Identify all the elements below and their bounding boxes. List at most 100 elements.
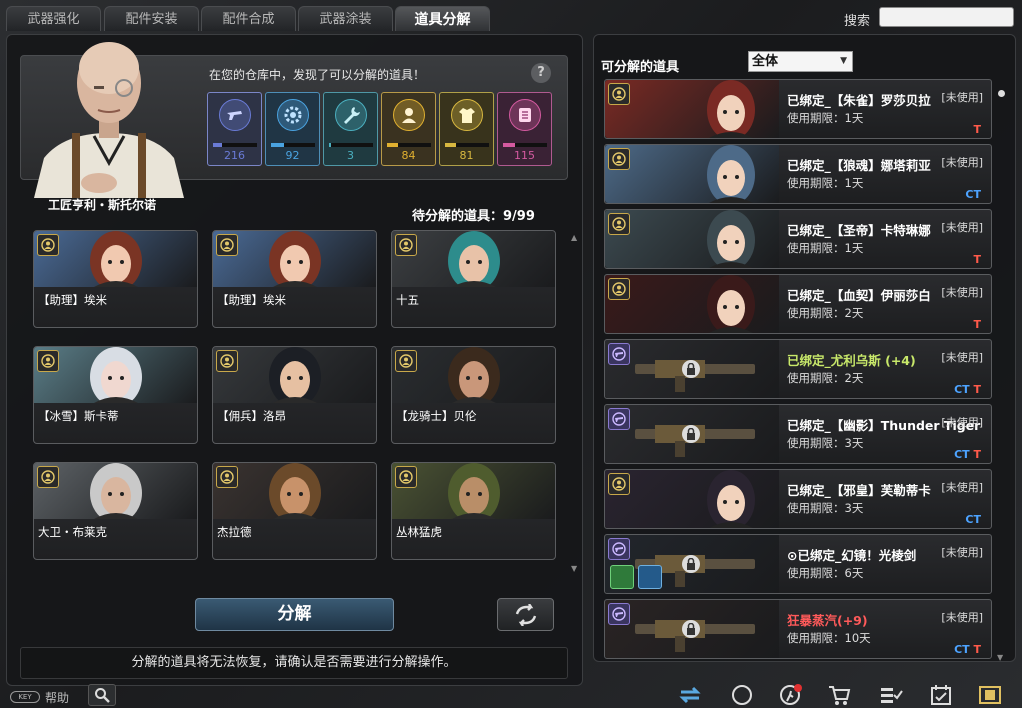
item-prefix: ⊙ — [787, 548, 798, 563]
character-icon — [395, 234, 417, 256]
t-tag: T — [973, 123, 981, 136]
stat-value: 115 — [514, 149, 535, 162]
stat-gun: 216 — [207, 92, 262, 166]
decomposable-item-row[interactable]: 狂暴蒸汽(+9) [未使用] 使用期限：10天 CT T — [604, 599, 992, 659]
card-label: 【助理】埃米 — [38, 293, 107, 307]
filter-dropdown[interactable]: 全体 ▼ — [748, 51, 853, 72]
team-tags: T — [973, 123, 981, 136]
stat-wrench: 3 — [323, 92, 378, 166]
stat-gear: 92 — [265, 92, 320, 166]
team-tags: CT — [965, 513, 981, 526]
warning-text: 分解的道具将无法恢复，请确认是否需要进行分解操作。 — [20, 647, 568, 679]
question-icon[interactable]: ? — [531, 63, 551, 83]
stat-character: 84 — [381, 92, 436, 166]
decompose-card[interactable]: 丛林猛虎 — [391, 462, 556, 560]
stat-value: 3 — [347, 149, 354, 162]
decomposable-item-row[interactable]: ⊙已绑定_幻镜！光棱剑 [未使用] 使用期限：6天 — [604, 534, 992, 594]
decomposable-item-row[interactable]: 已绑定_【圣帝】卡特琳娜 [未使用] 使用期限：1天 T — [604, 209, 992, 269]
help-label: 帮助 — [45, 690, 70, 705]
ct-tag: CT — [965, 188, 981, 201]
gun-icon — [219, 99, 251, 131]
decomposable-item-row[interactable]: 已绑定_【朱雀】罗莎贝拉 [未使用] 使用期限：1天 T — [604, 79, 992, 139]
scroll-thumb[interactable] — [998, 90, 1005, 97]
item-duration: 使用期限：1天 — [787, 241, 864, 255]
item-name-text: 已绑定_【圣帝】卡特琳娜 — [787, 223, 931, 238]
skill-icon-blue — [638, 565, 662, 589]
tab-parts-synth[interactable]: 配件合成 — [201, 6, 296, 31]
film-icon[interactable] — [978, 683, 1002, 707]
tab-weapon-paint[interactable]: 武器涂装 — [298, 6, 393, 31]
tab-item-decompose[interactable]: 道具分解 — [395, 6, 490, 31]
item-thumbnail — [605, 470, 779, 528]
right-panel-title: 可分解的道具 — [601, 60, 680, 75]
card-label: 杰拉德 — [217, 525, 252, 539]
item-status: [未使用] — [941, 481, 983, 494]
scroll-down-icon[interactable]: ▼ — [997, 653, 1003, 662]
gear-icon — [277, 99, 309, 131]
t-tag: T — [973, 318, 981, 331]
list-check-icon[interactable] — [879, 683, 903, 707]
right-scrollbar[interactable]: ▼ — [997, 80, 1007, 662]
help-button[interactable]: KEY 帮助 — [10, 688, 69, 706]
decompose-card[interactable]: 十五 — [391, 230, 556, 328]
t-tag: T — [973, 383, 981, 396]
wrench-icon — [335, 99, 367, 131]
split-button[interactable]: 分解 — [195, 598, 394, 631]
team-tags: T — [973, 318, 981, 331]
decompose-card[interactable]: 【助理】埃米 — [212, 230, 377, 328]
ct-tag: CT — [954, 448, 970, 461]
left-scrollbar[interactable]: ▲ ▼ — [571, 233, 579, 573]
chevron-down-icon: ▼ — [840, 56, 847, 66]
decompose-card[interactable]: 【佣兵】洛昂 — [212, 346, 377, 444]
decomposable-item-row[interactable]: 已绑定_【血契】伊丽莎白 [未使用] 使用期限：2天 T — [604, 274, 992, 334]
item-duration: 使用期限：2天 — [787, 371, 864, 385]
refresh-icon — [515, 603, 536, 626]
scroll-icon — [509, 99, 541, 131]
decomposable-item-row[interactable]: 已绑定_【幽影】Thunder Tiger [未使用] 使用期限：3天 CT T — [604, 404, 992, 464]
item-name: 狂暴蒸汽(+9) — [787, 610, 868, 629]
lock-icon — [682, 360, 700, 378]
stat-bar-fill — [387, 143, 398, 147]
stat-shirt: 81 — [439, 92, 494, 166]
calendar-check-icon[interactable] — [929, 683, 953, 707]
stat-bar — [329, 143, 373, 147]
search-input[interactable] — [879, 7, 1014, 27]
item-name: 已绑定_【圣帝】卡特琳娜 — [787, 220, 931, 239]
scroll-up-icon[interactable]: ▲ — [571, 233, 577, 242]
card-label: 【佣兵】洛昂 — [217, 409, 286, 423]
card-label: 【冰雪】斯卡蒂 — [38, 409, 119, 423]
team-tags: CT T — [954, 383, 981, 396]
decomposable-item-row[interactable]: 已绑定_【狼魂】娜塔莉亚 [未使用] 使用期限：1天 CT — [604, 144, 992, 204]
decomposable-item-row[interactable]: 已绑定_尤利乌斯 (+4) [未使用] 使用期限：2天 CT T — [604, 339, 992, 399]
npc-portrait — [24, 38, 194, 198]
team-tags: CT — [965, 188, 981, 201]
character-icon — [608, 213, 630, 235]
lock-icon — [682, 555, 700, 573]
runner-alert-icon[interactable] — [779, 683, 803, 707]
decompose-card[interactable]: 【助理】埃米 — [33, 230, 198, 328]
item-status: [未使用] — [941, 546, 983, 559]
item-status: [未使用] — [941, 351, 983, 364]
decompose-card[interactable]: 【龙骑士】贝伦 — [391, 346, 556, 444]
t-tag: T — [973, 448, 981, 461]
scroll-down-icon[interactable]: ▼ — [571, 564, 577, 573]
decomposable-item-row[interactable]: 已绑定_【邪皇】芙勒蒂卡 [未使用] 使用期限：3天 CT — [604, 469, 992, 529]
item-name-text: 已绑定_【血契】伊丽莎白 — [787, 288, 931, 303]
tab-parts-install[interactable]: 配件安装 — [104, 6, 199, 31]
npc-message: 在您的仓库中，发现了可以分解的道具！ — [209, 68, 426, 82]
tab-weapon-enhance[interactable]: 武器强化 — [6, 6, 101, 31]
character-icon — [216, 466, 238, 488]
shirt-icon — [451, 99, 483, 131]
decompose-card[interactable]: 杰拉德 — [212, 462, 377, 560]
refresh-button[interactable] — [497, 598, 554, 631]
team-tags: T — [973, 253, 981, 266]
magnifier-button[interactable] — [88, 684, 116, 706]
swap-icon[interactable] — [678, 683, 702, 707]
gun-icon — [608, 538, 630, 560]
compass-icon[interactable] — [730, 683, 754, 707]
decompose-card[interactable]: 大卫・布莱克 — [33, 462, 198, 560]
item-status: [未使用] — [941, 156, 983, 169]
item-status: [未使用] — [941, 286, 983, 299]
decompose-card[interactable]: 【冰雪】斯卡蒂 — [33, 346, 198, 444]
cart-icon[interactable] — [827, 683, 851, 707]
